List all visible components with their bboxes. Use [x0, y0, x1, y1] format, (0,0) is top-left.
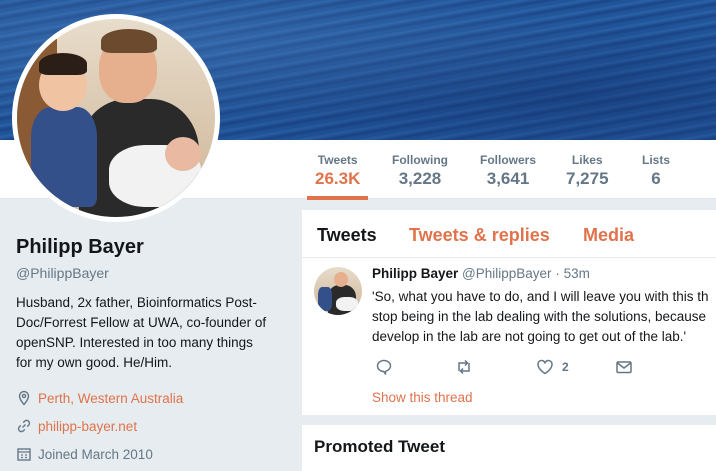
avatar-photo	[17, 19, 215, 217]
stat-label: Lists	[642, 153, 671, 167]
tweet-line: 'So, what you have to do, and I will lea…	[372, 289, 709, 304]
show-thread-link[interactable]: Show this thread	[372, 390, 473, 405]
stat-lists[interactable]: Lists 6	[642, 153, 670, 189]
website-link[interactable]: philipp-bayer.net	[38, 419, 137, 434]
heart-icon	[537, 359, 553, 375]
envelope-icon	[616, 361, 632, 374]
profile-joined: Joined March 2010	[16, 440, 286, 468]
stat-value: 7,275	[566, 169, 609, 188]
stat-value: 3,641	[486, 169, 530, 188]
profile-avatar[interactable]	[12, 14, 220, 222]
bio-line: Doc/Forrest Fellow at UWA, co-founder of	[16, 315, 267, 330]
promoted-tweet-card: Promoted Tweet	[302, 425, 716, 471]
tweet-avatar[interactable]	[314, 267, 362, 315]
bio-line: openSNP. Interested in too many things	[16, 335, 253, 350]
stat-value: 26.3K	[315, 169, 361, 188]
profile-website: philipp-bayer.net	[16, 412, 286, 440]
tweet-header: Philipp Bayer @PhilippBayer · 53m	[372, 266, 590, 281]
reply-button[interactable]	[375, 358, 393, 376]
stat-value: 3,228	[398, 169, 442, 188]
tweet-text: 'So, what you have to do, and I will lea…	[372, 287, 716, 347]
stat-label: Followers	[480, 153, 537, 167]
stat-following[interactable]: Following 3,228	[392, 153, 448, 189]
tab-tweets-replies[interactable]: Tweets & replies	[409, 225, 550, 246]
like-count: 2	[562, 360, 569, 374]
calendar-icon	[17, 448, 31, 461]
stat-followers[interactable]: Followers 3,641	[480, 153, 536, 189]
promoted-tweet-title: Promoted Tweet	[314, 437, 445, 456]
stat-likes[interactable]: Likes 7,275	[566, 153, 609, 189]
stat-label: Following	[392, 153, 448, 167]
retweet-icon	[458, 359, 470, 375]
link-icon	[17, 419, 31, 433]
stat-tweets[interactable]: Tweets 26.3K	[306, 153, 369, 200]
profile-handle[interactable]: @PhilippBayer	[16, 265, 286, 281]
tweet-line: stop being in the lab dealing with the s…	[372, 309, 706, 324]
profile-meta: Perth, Western Australia philipp-bayer.n…	[16, 384, 286, 468]
location-text[interactable]: Perth, Western Australia	[38, 391, 183, 406]
tweet-timestamp[interactable]: 53m	[564, 266, 590, 281]
tweet-line: develop in the lab are not going to get …	[372, 329, 687, 344]
like-button[interactable]: 2	[536, 358, 569, 376]
stat-label: Likes	[571, 153, 603, 167]
direct-message-button[interactable]	[615, 358, 633, 376]
tweet-separator: ·	[555, 266, 560, 281]
stat-value: 6	[651, 169, 661, 188]
reply-icon	[376, 359, 392, 375]
profile-location: Perth, Western Australia	[16, 384, 286, 412]
tweet-author-handle[interactable]: @PhilippBayer	[462, 266, 552, 281]
timeline-tabs: Tweets Tweets & replies Media	[302, 210, 716, 258]
profile-info: Philipp Bayer @PhilippBayer Husband, 2x …	[16, 236, 286, 468]
tweet-author-name[interactable]: Philipp Bayer	[372, 266, 458, 281]
tab-tweets[interactable]: Tweets	[317, 225, 377, 246]
stat-label: Tweets	[317, 153, 358, 167]
retweet-button[interactable]	[455, 358, 473, 376]
bio-line: Husband, 2x father, Bioinformatics Post-	[16, 295, 257, 310]
tweet[interactable]: Philipp Bayer @PhilippBayer · 53m 'So, w…	[302, 258, 716, 415]
joined-text: Joined March 2010	[38, 446, 153, 462]
tab-media[interactable]: Media	[583, 225, 634, 246]
profile-name[interactable]: Philipp Bayer	[16, 236, 286, 259]
bio-line: for my own good. He/Him.	[16, 355, 173, 370]
location-pin-icon	[18, 390, 30, 406]
profile-bio: Husband, 2x father, Bioinformatics Post-…	[16, 293, 284, 373]
timeline-card: Tweets Tweets & replies Media Philipp Ba…	[302, 210, 716, 415]
